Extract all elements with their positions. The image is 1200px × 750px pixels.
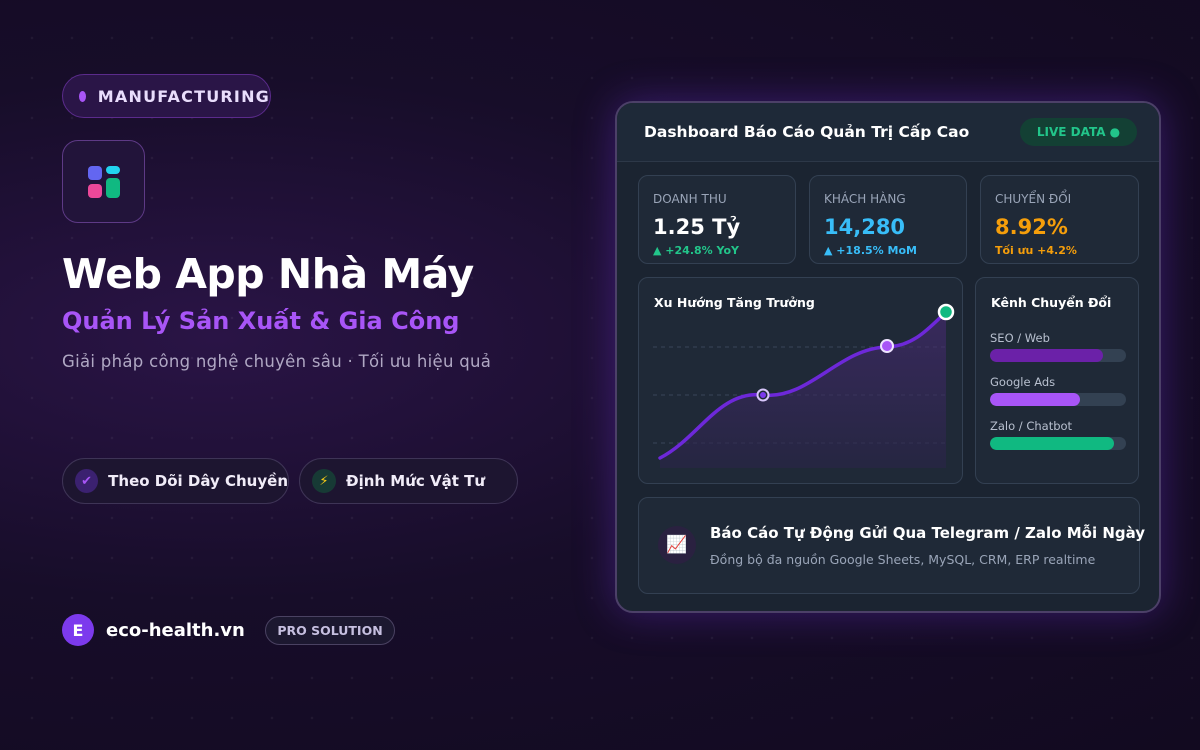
- brand-name: eco-health.vn: [106, 619, 245, 641]
- trend-area: [660, 312, 946, 468]
- kpi-card-conversion[interactable]: CHUYỂN ĐỔI 8.92% Tối ưu +4.2%: [980, 175, 1139, 264]
- page-title: Web App Nhà Máy: [62, 250, 474, 298]
- trend-point-core: [760, 392, 766, 398]
- dashboard-header: Dashboard Báo Cáo Quản Trị Cấp Cao LIVE …: [617, 103, 1159, 162]
- lightning-icon: ⚡: [312, 469, 336, 493]
- channel-bar-fill: [990, 349, 1103, 362]
- dashboard-window: Dashboard Báo Cáo Quản Trị Cấp Cao LIVE …: [615, 101, 1161, 613]
- dashboard-title: Dashboard Báo Cáo Quản Trị Cấp Cao: [644, 123, 970, 141]
- kpi-delta: ▲ +24.8% YoY: [653, 244, 739, 257]
- feature-pill-label: Theo Dõi Dây Chuyền: [108, 472, 288, 490]
- check-icon: ✔: [75, 469, 99, 493]
- kpi-card-revenue[interactable]: DOANH THU 1.25 Tỷ ▲ +24.8% YoY: [638, 175, 796, 264]
- page-subtitle: Quản Lý Sản Xuất & Gia Công: [62, 307, 460, 335]
- kpi-value: 8.92%: [995, 215, 1068, 239]
- report-title: Báo Cáo Tự Động Gửi Qua Telegram / Zalo …: [710, 524, 1146, 542]
- live-data-badge[interactable]: LIVE DATA ●: [1020, 118, 1137, 146]
- app-grid-icon: [62, 140, 145, 223]
- kpi-value: 14,280: [824, 215, 906, 239]
- feature-pill-material-norm[interactable]: ⚡ Định Mức Vật Tư: [299, 458, 518, 504]
- feature-pill-label: Định Mức Vật Tư: [346, 472, 486, 490]
- page-tagline: Giải pháp công nghệ chuyên sâu · Tối ưu …: [62, 352, 492, 371]
- badge-dot-icon: [79, 90, 86, 102]
- feature-pill-production-line[interactable]: ✔ Theo Dõi Dây Chuyền: [62, 458, 289, 504]
- brand[interactable]: E eco-health.vn: [62, 614, 245, 646]
- channel-bar: [990, 393, 1126, 406]
- channel-bar: [990, 349, 1126, 362]
- chart-up-icon: 📈: [658, 526, 696, 564]
- channel-bar-fill: [990, 393, 1080, 406]
- report-subtitle: Đồng bộ đa nguồn Google Sheets, MySQL, C…: [710, 552, 1096, 567]
- trend-point: [880, 339, 894, 353]
- kpi-delta: Tối ưu +4.2%: [995, 244, 1077, 257]
- kpi-label: CHUYỂN ĐỔI: [995, 192, 1072, 206]
- kpi-label: DOANH THU: [653, 192, 727, 206]
- growth-trend-card[interactable]: Xu Hướng Tăng Trưởng: [638, 277, 963, 484]
- auto-report-card[interactable]: 📈 Báo Cáo Tự Động Gửi Qua Telegram / Zal…: [638, 497, 1145, 594]
- kpi-value: 1.25 Tỷ: [653, 215, 741, 239]
- brand-logo: E: [62, 614, 94, 646]
- trend-point-latest: [937, 303, 955, 321]
- trend-chart: [653, 303, 955, 468]
- channel-label: SEO / Web: [990, 331, 1050, 345]
- kpi-delta: ▲ +18.5% MoM: [824, 244, 917, 257]
- pro-solution-badge: PRO SOLUTION: [265, 616, 395, 645]
- kpi-card-customers[interactable]: KHÁCH HÀNG 14,280 ▲ +18.5% MoM: [809, 175, 967, 264]
- channel-bar: [990, 437, 1126, 450]
- channel-label: Google Ads: [990, 375, 1056, 389]
- channels-title: Kênh Chuyển Đổi: [991, 295, 1112, 310]
- category-badge-label: MANUFACTURING: [97, 86, 270, 106]
- kpi-label: KHÁCH HÀNG: [824, 192, 906, 206]
- category-badge: MANUFACTURING: [62, 74, 271, 118]
- conversion-channels-card[interactable]: Kênh Chuyển Đổi SEO / Web Google Ads Zal…: [975, 277, 1139, 484]
- channel-bar-fill: [990, 437, 1114, 450]
- channel-label: Zalo / Chatbot: [990, 419, 1073, 433]
